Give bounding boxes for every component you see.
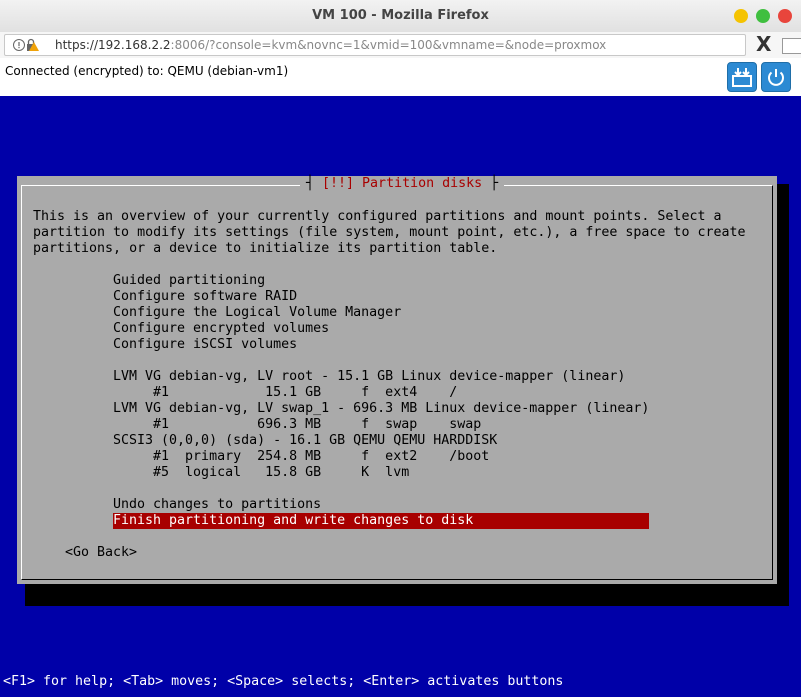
security-warning-icon [13, 38, 39, 51]
menu-encrypted-volumes[interactable]: Configure encrypted volumes [113, 321, 329, 337]
url-bar: https://192.168.2.2:8006/?console=kvm&no… [0, 32, 801, 59]
power-button[interactable] [761, 62, 791, 92]
go-back-button[interactable]: <Go Back> [65, 545, 137, 561]
lvm-swap-partition[interactable]: #1 696.3 MB f swap swap [113, 417, 481, 433]
lvm-root-header[interactable]: LVM VG debian-vg, LV root - 15.1 GB Linu… [113, 369, 625, 385]
close-icon[interactable]: X [756, 33, 771, 55]
address-field[interactable]: https://192.168.2.2:8006/?console=kvm&no… [4, 34, 746, 56]
novnc-control-bar: Connected (encrypted) to: QEMU (debian-v… [0, 58, 801, 96]
menu-iscsi-volumes[interactable]: Configure iSCSI volumes [113, 337, 297, 353]
sda-partition-1[interactable]: #1 primary 254.8 MB f ext2 /boot [113, 449, 489, 465]
window-titlebar: VM 100 - Mozilla Firefox [0, 0, 801, 33]
lvm-swap-header[interactable]: LVM VG debian-vg, LV swap_1 - 696.3 MB L… [113, 401, 649, 417]
finish-partitioning-item[interactable]: Finish partitioning and write changes to… [113, 513, 649, 529]
undo-changes-item[interactable]: Undo changes to partitions [113, 497, 321, 513]
menu-guided-partitioning[interactable]: Guided partitioning [113, 273, 265, 289]
disk-sda-header[interactable]: SCSI3 (0,0,0) (sda) - 16.1 GB QEMU QEMU … [113, 433, 497, 449]
dialog-title: ┤ [!!] Partition disks ├ [300, 176, 505, 192]
sda-partition-5[interactable]: #5 logical 15.8 GB K lvm [113, 465, 409, 481]
intro-line-1: This is an overview of your currently co… [33, 209, 722, 224]
vm-console-screen[interactable]: ┤ [!!] Partition disks ├ This is an over… [0, 96, 801, 697]
intro-line-3: partitions, or a device to initialize it… [33, 241, 498, 256]
menu-lvm[interactable]: Configure the Logical Volume Manager [113, 305, 401, 321]
send-keys-button[interactable] [727, 62, 757, 92]
partition-dialog: ┤ [!!] Partition disks ├ This is an over… [17, 176, 777, 584]
maximize-button[interactable] [756, 9, 770, 23]
minimize-button[interactable] [734, 9, 748, 23]
installer-help-footer: <F1> for help; <Tab> moves; <Space> sele… [3, 674, 564, 689]
window-title: VM 100 - Mozilla Firefox [312, 8, 489, 23]
power-icon [768, 69, 784, 86]
lvm-root-partition[interactable]: #1 15.1 GB f ext4 / [113, 385, 457, 401]
menu-software-raid[interactable]: Configure software RAID [113, 289, 297, 305]
extension-icon[interactable] [782, 38, 801, 54]
keyboard-arrows-icon [732, 68, 752, 87]
close-window-button[interactable] [778, 9, 792, 23]
connection-status: Connected (encrypted) to: QEMU (debian-v… [5, 64, 289, 78]
url-text: https://192.168.2.2:8006/?console=kvm&no… [55, 38, 607, 52]
intro-line-2: partition to modify its settings (file s… [33, 225, 746, 240]
